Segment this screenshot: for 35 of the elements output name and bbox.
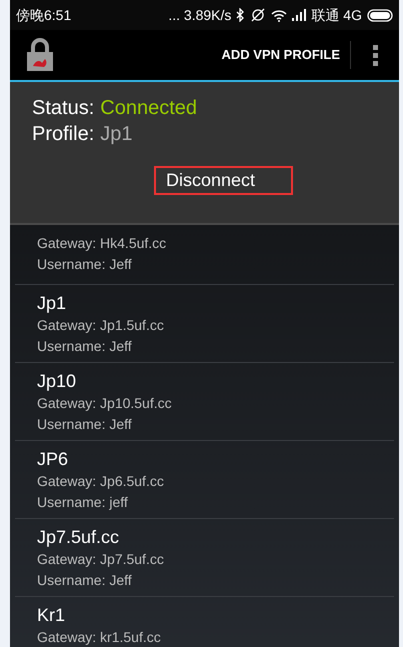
profile-name: Jp1 xyxy=(37,292,66,315)
profile-value: Jp1 xyxy=(100,122,132,147)
profile-name: Jp10 xyxy=(37,370,76,393)
gateway-text: Gateway: Jp6.5uf.cc xyxy=(37,472,164,491)
profile-name: Kr1 xyxy=(37,604,66,627)
network-speed: ... 3.89K/s xyxy=(168,6,232,24)
profile-list-item[interactable]: Kr1 Gateway: kr1.5uf.cc xyxy=(15,597,394,647)
profile-list-item[interactable]: Gateway: Hk4.5uf.cc Username: Jeff xyxy=(15,227,394,285)
username-text: Username: Jeff xyxy=(37,571,132,590)
profile-list-item[interactable]: Jp1 Gateway: Jp1.5uf.cc Username: Jeff xyxy=(15,285,394,363)
gateway-text: Gateway: kr1.5uf.cc xyxy=(37,628,161,647)
wifi-icon xyxy=(271,8,288,22)
status-time: 傍晚6:51 xyxy=(16,6,72,24)
profile-list-item[interactable]: Jp10 Gateway: Jp10.5uf.cc Username: Jeff xyxy=(15,363,394,441)
gateway-text: Gateway: Jp10.5uf.cc xyxy=(37,394,172,413)
profile-label: Profile: xyxy=(32,122,94,147)
profile-list-item[interactable]: JP6 Gateway: Jp6.5uf.cc Username: jeff xyxy=(15,441,394,519)
profile-list-item[interactable]: Jp7.5uf.cc Gateway: Jp7.5uf.cc Username: Jeff xyxy=(15,519,394,597)
gateway-text: Gateway: Jp7.5uf.cc xyxy=(37,550,164,569)
padlock-icon xyxy=(26,38,54,72)
signal-icon xyxy=(292,9,306,21)
status-value: Connected xyxy=(100,96,198,121)
username-text: Username: jeff xyxy=(37,493,128,512)
gateway-text: Gateway: Hk4.5uf.cc xyxy=(37,234,166,253)
bluetooth-icon xyxy=(236,8,246,22)
profile-name: Jp7.5uf.cc xyxy=(37,526,120,549)
gateway-text: Gateway: Jp1.5uf.cc xyxy=(37,316,164,335)
username-text: Username: Jeff xyxy=(37,255,132,274)
username-text: Username: Jeff xyxy=(37,415,132,434)
disconnect-button[interactable]: Disconnect xyxy=(154,166,293,195)
profile-name: JP6 xyxy=(37,448,68,471)
battery-icon xyxy=(367,8,393,22)
username-text: Username: Jeff xyxy=(37,337,132,356)
carrier-label: 联通 4G xyxy=(311,6,362,24)
status-label: Status: xyxy=(32,96,94,121)
